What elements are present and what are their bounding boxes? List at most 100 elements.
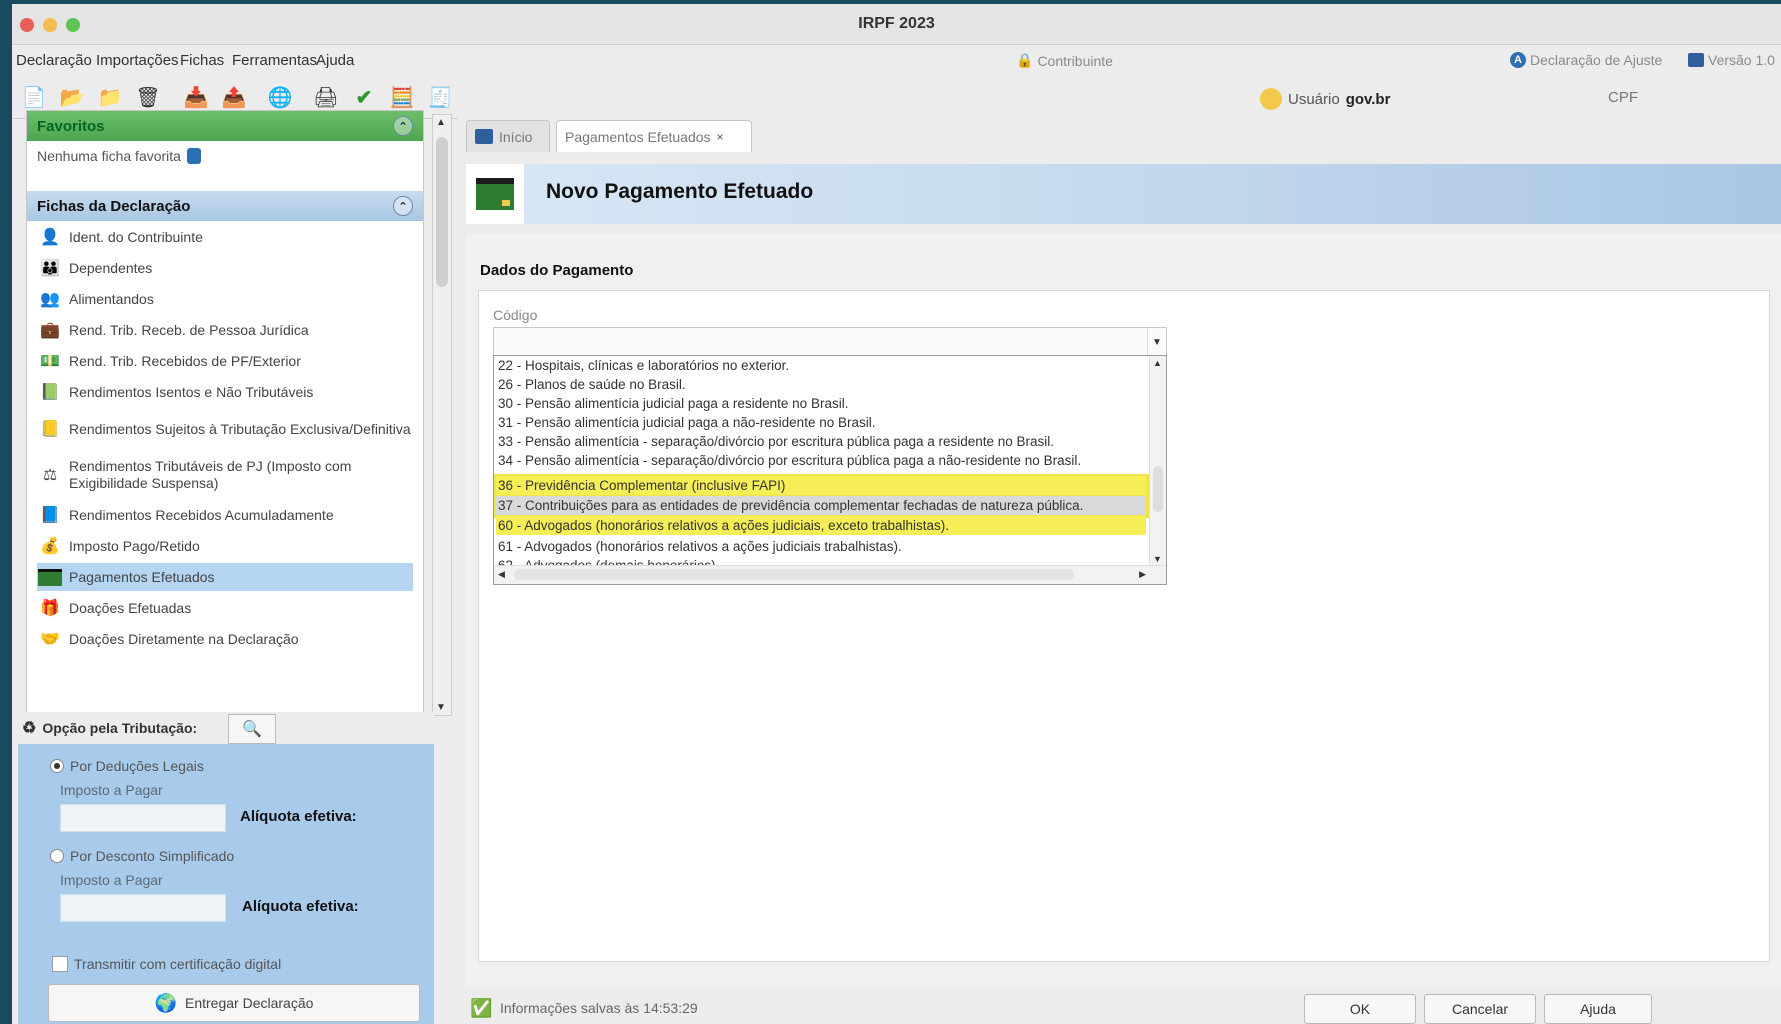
scroll-down-icon[interactable]: ▼ xyxy=(1153,554,1162,564)
search-icon: 🔍 xyxy=(242,721,262,738)
receipt-icon[interactable]: 🧾 xyxy=(426,83,454,111)
tax-paid-icon: 💰 xyxy=(40,538,60,555)
collapse-fichas-icon[interactable]: ⌃ xyxy=(393,196,413,216)
chevron-down-icon[interactable]: ▼ xyxy=(1147,328,1166,356)
menu-importacoes[interactable]: Importações xyxy=(96,52,179,69)
list-item[interactable]: 60 - Advogados (honorários relativos a a… xyxy=(496,516,1146,535)
person-icon: 👤 xyxy=(40,229,60,246)
transmit-checkbox-box[interactable] xyxy=(52,956,68,972)
globe-icon[interactable]: 🌐 xyxy=(266,83,294,111)
sidebar-scrollbar[interactable]: ▲ ▼ xyxy=(432,114,452,716)
check-icon[interactable]: ✔ xyxy=(350,83,378,111)
ok-button[interactable]: OK xyxy=(1304,994,1416,1024)
list-item[interactable]: 22 - Hospitais, clínicas e laboratórios … xyxy=(496,356,1146,375)
folder-icon[interactable]: 📁 xyxy=(96,83,124,111)
radio-desconto-simplificado[interactable]: Por Desconto Simplificado xyxy=(50,848,234,864)
list-item[interactable]: 34 - Pensão alimentícia - separação/divó… xyxy=(496,451,1146,470)
list-item[interactable]: 33 - Pensão alimentícia - separação/divó… xyxy=(496,432,1146,451)
print-icon[interactable]: 🖨 xyxy=(312,83,340,111)
lock-icon: 🔒 xyxy=(1016,52,1034,68)
codigo-options-list: 22 - Hospitais, clínicas e laboratórios … xyxy=(493,355,1167,585)
search-button[interactable]: 🔍 xyxy=(228,714,276,744)
sidebar-item-rend-exclusiva[interactable]: 📒 Rendimentos Sujeitos à Tributação Exclu… xyxy=(37,409,413,449)
collapse-favoritos-icon[interactable]: ⌃ xyxy=(393,116,413,136)
sidebar-item-rend-pj[interactable]: 💼 Rend. Trib. Receb. de Pessoa Jurídica xyxy=(37,316,413,344)
list-hscroll-thumb[interactable] xyxy=(514,569,1074,580)
tab-pagamentos-efetuados[interactable]: Pagamentos Efetuados × xyxy=(556,120,752,152)
import-icon[interactable]: 📥 xyxy=(182,83,210,111)
help-button[interactable]: Ajuda xyxy=(1544,994,1652,1024)
sidebar-item-ident-contribuinte[interactable]: 👤 Ident. do Contribuinte xyxy=(37,223,413,251)
tax-option-header: ♻ Opção pela Tributação: 🔍 xyxy=(18,712,434,744)
user-info: Usuário gov.br xyxy=(1260,88,1390,110)
open-folder-icon[interactable]: 📂 xyxy=(58,83,86,111)
scroll-up-icon[interactable]: ▲ xyxy=(436,117,446,128)
list-item-selected[interactable]: 37 - Contribuições para as entidades de … xyxy=(496,496,1146,515)
income-pf-icon: 💵 xyxy=(40,353,60,370)
sidebar-item-doacoes-efetuadas[interactable]: 🎁 Doações Efetuadas xyxy=(37,594,413,622)
cancel-button[interactable]: Cancelar xyxy=(1424,994,1536,1024)
declaracao-status: A Declaração de Ajuste xyxy=(1510,52,1662,68)
export-icon[interactable]: 📤 xyxy=(220,83,248,111)
main-area: Início Pagamentos Efetuados × Novo Pagam… xyxy=(458,110,1781,1024)
scroll-up-icon[interactable]: ▲ xyxy=(1153,358,1162,368)
entregar-declaracao-button[interactable]: 🌍 Entregar Declaração xyxy=(48,984,420,1022)
sidebar-scroll-thumb[interactable] xyxy=(436,137,448,287)
status-bar: ✅ Informações salvas às 14:53:29 OK Canc… xyxy=(466,992,1781,1024)
content-area: Dados do Pagamento Código ▼ 22 - Hospita… xyxy=(466,234,1781,988)
page-title: Novo Pagamento Efetuado xyxy=(546,180,814,203)
radio-dot-simplificado[interactable] xyxy=(50,849,64,863)
list-vertical-scrollbar[interactable]: ▲ ▼ xyxy=(1149,356,1166,566)
accumulated-icon: 📘 xyxy=(40,507,60,524)
sidebar-item-alimentandos[interactable]: 👥 Alimentandos xyxy=(37,285,413,313)
list-item[interactable]: 36 - Previdência Complementar (inclusive… xyxy=(496,476,1146,495)
list-item[interactable]: 61 - Advogados (honorários relativos a a… xyxy=(496,537,1146,556)
tax-option-panel: ♻ Opção pela Tributação: 🔍 Por Deduções … xyxy=(18,712,434,1024)
sidebar-item-pagamentos-efetuados[interactable]: Pagamentos Efetuados xyxy=(37,563,413,591)
scroll-right-icon[interactable]: ▶ xyxy=(1139,569,1146,580)
sidebar-item-rend-exigibilidade[interactable]: ⚖ Rendimentos Tributáveis de PJ (Imposto … xyxy=(37,455,413,495)
codigo-combobox[interactable]: ▼ xyxy=(493,327,1167,357)
saved-icon: ✅ xyxy=(470,998,493,1018)
sidebar-item-rend-pf-exterior[interactable]: 💵 Rend. Trib. Recebidos de PF/Exterior xyxy=(37,347,413,375)
group-title: Dados do Pagamento xyxy=(480,262,634,279)
radio-dot-deducoes[interactable] xyxy=(50,759,64,773)
new-document-icon[interactable]: 📄 xyxy=(20,83,48,111)
list-horizontal-scrollbar[interactable]: ◀ ▶ xyxy=(494,565,1166,584)
home-icon xyxy=(475,129,493,144)
scroll-left-icon[interactable]: ◀ xyxy=(498,569,505,580)
menu-ferramentas[interactable]: Ferramentas xyxy=(232,52,317,69)
exempt-income-icon: 📗 xyxy=(40,384,60,401)
globe-send-icon: 🌍 xyxy=(154,992,177,1013)
list-item[interactable]: 26 - Planos de saúde no Brasil. xyxy=(496,375,1146,394)
radio-deducoes-legais[interactable]: Por Deduções Legais xyxy=(50,758,204,774)
close-tab-icon[interactable]: × xyxy=(717,130,724,144)
people-icon: 👥 xyxy=(40,291,60,308)
list-scroll-thumb[interactable] xyxy=(1153,466,1163,512)
fichas-header[interactable]: Fichas da Declaração ⌃ xyxy=(27,191,423,221)
sidebar-item-dependentes[interactable]: 👪 Dependentes xyxy=(37,254,413,282)
version-icon xyxy=(1688,53,1704,67)
trash-icon[interactable]: 🗑 xyxy=(134,83,162,111)
menu-declaracao[interactable]: Declaração xyxy=(16,52,92,69)
sidebar-item-imposto-pago[interactable]: 💰 Imposto Pago/Retido xyxy=(37,532,413,560)
menu-ajuda[interactable]: Ajuda xyxy=(316,52,354,69)
sidebar-item-rend-isentos[interactable]: 📗 Rendimentos Isentos e Não Tributáveis xyxy=(37,378,413,406)
codigo-label: Código xyxy=(493,307,538,323)
aliquota-label-2: Alíquota efetiva: xyxy=(242,898,359,915)
sidebar: Favoritos ⌃ Nenhuma ficha favorita Ficha… xyxy=(26,110,424,714)
menu-fichas[interactable]: Fichas xyxy=(180,52,224,69)
version-status: Versão 1.0 xyxy=(1688,52,1775,68)
imposto-a-pagar-label-1: Imposto a Pagar xyxy=(60,782,163,798)
calculator-icon[interactable]: 🧮 xyxy=(388,83,416,111)
tab-inicio[interactable]: Início xyxy=(466,120,550,152)
sidebar-item-doacoes-diretamente[interactable]: 🤝 Doações Diretamente na Declaração xyxy=(37,625,413,653)
sidebar-item-rend-acumulados[interactable]: 📘 Rendimentos Recebidos Acumuladamente xyxy=(37,501,413,529)
favoritos-header[interactable]: Favoritos ⌃ xyxy=(27,111,423,141)
list-item[interactable]: 30 - Pensão alimentícia judicial paga a … xyxy=(496,394,1146,413)
user-avatar-icon xyxy=(1260,88,1282,110)
scroll-down-icon[interactable]: ▼ xyxy=(436,702,446,713)
page-banner: Novo Pagamento Efetuado xyxy=(466,164,1781,224)
transmit-checkbox[interactable]: Transmitir com certificação digital xyxy=(52,956,281,972)
list-item[interactable]: 31 - Pensão alimentícia judicial paga a … xyxy=(496,413,1146,432)
